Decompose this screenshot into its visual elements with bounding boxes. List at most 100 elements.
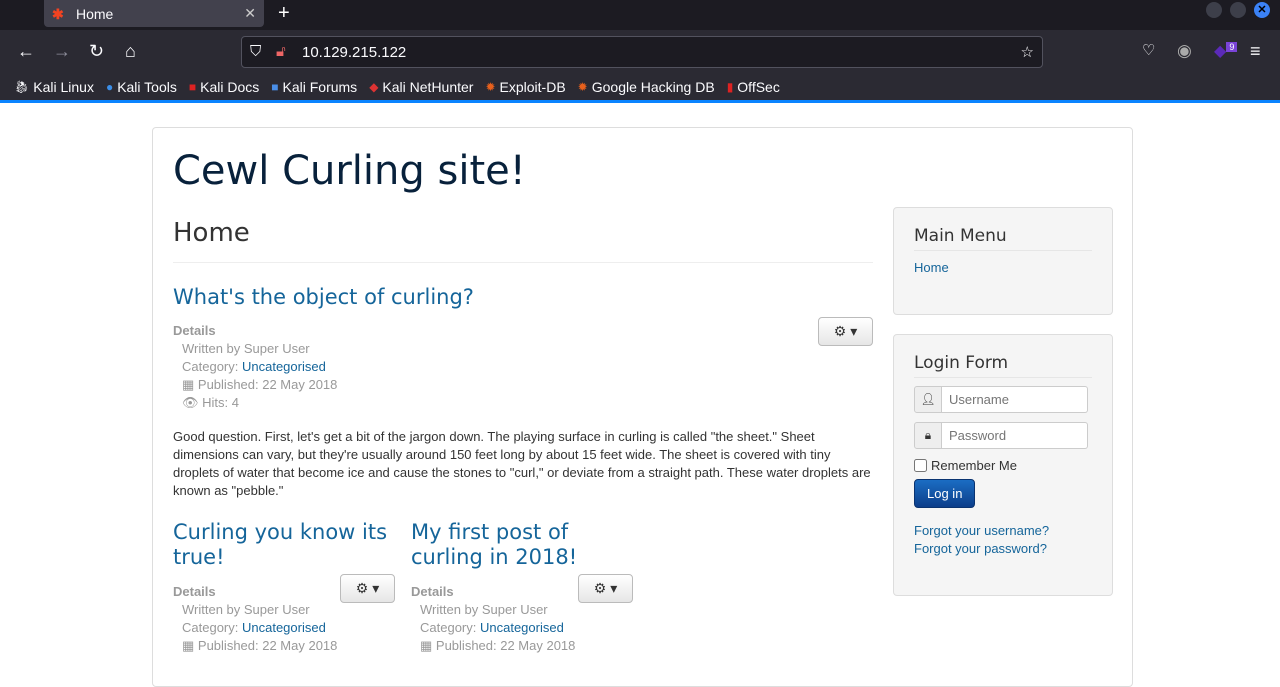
hits-count: Hits: 4 [202, 395, 239, 411]
page-heading: Home [173, 218, 873, 263]
lock-icon: 🔒︎ [914, 422, 942, 449]
page: Cewl Curling site! Home What's the objec… [0, 106, 1280, 687]
article-tools-button[interactable]: ⚙ ▾ [340, 574, 395, 604]
category: Category: Uncategorised [411, 619, 633, 637]
calendar-icon: ▦ [182, 637, 198, 653]
back-icon[interactable]: ← [17, 41, 35, 62]
article: Curling you know its true! ⚙ ▾ Details W… [173, 520, 395, 654]
maximize-button[interactable] [1230, 2, 1246, 18]
insecure-lock-icon[interactable]: 🔓︎ [276, 43, 286, 60]
extension-badge-icon[interactable]: ◆ 9 [1214, 41, 1238, 61]
bookmark-label: Kali Linux [33, 78, 94, 95]
tab-bar: ✱ Home ✕ + ✕ [0, 0, 1280, 30]
username-input[interactable] [942, 386, 1088, 413]
article-title[interactable]: My first post of curling in 2018! [411, 520, 633, 570]
bookmark-label: Kali Tools [117, 78, 177, 95]
category-label: Category: [182, 619, 242, 635]
nethunter-icon: ◆ [369, 79, 379, 94]
bookmark-label: Kali Docs [200, 78, 260, 95]
bookmarks-bar: 🐉︎ Kali Linux ● Kali Tools ■ Kali Docs ■ Kal… [0, 73, 1280, 103]
home-icon[interactable]: ⌂ [125, 41, 136, 62]
login-button[interactable]: Log in [914, 479, 976, 508]
bookmark-kali-docs[interactable]: ■ Kali Docs [189, 79, 259, 95]
bookmark-label: Kali Forums [282, 78, 358, 95]
main-content: Home What's the object of curling? ⚙ ▾ D… [173, 218, 873, 655]
menu-icon[interactable]: ≡ [1250, 41, 1261, 62]
main-menu-title: Main Menu [914, 226, 1092, 251]
bookmark-kali-linux[interactable]: 🐉︎ Kali Linux [14, 79, 94, 95]
forward-icon[interactable]: → [53, 41, 71, 62]
remember-me[interactable]: Remember Me [914, 458, 1092, 473]
article-title[interactable]: What's the object of curling? [173, 285, 873, 310]
published-date: Published: 22 May 2018 [197, 637, 338, 653]
kali-docs-icon: ■ [188, 79, 197, 94]
url-text: 10.129.215.122 [302, 43, 407, 61]
article: What's the object of curling? ⚙ ▾ Detail… [173, 285, 873, 500]
author: Written by Super User [182, 601, 310, 617]
bookmark-kali-nethunter[interactable]: ◆ Kali NetHunter [369, 79, 473, 95]
published-date: Published: 22 May 2018 [197, 377, 338, 393]
category: Category: Uncategorised [173, 619, 395, 637]
author: Written by Super User [182, 341, 310, 357]
article-tools-button[interactable]: ⚙ ▾ [578, 574, 633, 604]
menu-item-home[interactable]: Home [914, 259, 1092, 277]
category: Category: Uncategorised [173, 358, 873, 376]
published: ▦ Published: 22 May 2018 [173, 376, 873, 394]
new-tab-button[interactable]: + [278, 2, 290, 25]
main-menu-module: Main Menu Home [893, 207, 1113, 315]
site-container: Cewl Curling site! Home What's the objec… [152, 127, 1133, 687]
details-label: Details [173, 583, 216, 599]
remember-me-checkbox[interactable] [914, 459, 927, 472]
offsec-icon: ▮ [726, 79, 734, 94]
login-form: Login Form 👤︎ 🔒︎ Remember Me Log in Forg… [893, 334, 1113, 596]
article: My first post of curling in 2018! ⚙ ▾ De… [411, 520, 633, 654]
bookmark-label: Google Hacking DB [591, 78, 715, 95]
bookmark-google-hacking-db[interactable]: ✹ Google Hacking DB [578, 79, 715, 95]
forgot-password-link[interactable]: Forgot your password? [914, 540, 1092, 558]
bookmark-label: OffSec [737, 78, 780, 95]
article-details: Details Written by Super User Category: … [173, 322, 873, 412]
bookmark-exploit-db[interactable]: ✹ Exploit-DB [485, 79, 565, 95]
article-body: Good question. First, let's get a bit of… [173, 429, 871, 499]
bookmark-star-icon[interactable]: ☆ [1021, 43, 1034, 61]
calendar-icon: ▦ [420, 637, 436, 653]
joomla-icon: ✱ [52, 5, 64, 22]
author: Written by Super User [420, 601, 548, 617]
close-tab-icon[interactable]: ✕ [244, 5, 256, 22]
exploit-db-icon: ✹ [485, 79, 496, 94]
bookmark-kali-forums[interactable]: ■ Kali Forums [271, 79, 357, 95]
tab-home[interactable]: ✱ Home ✕ [44, 0, 264, 27]
details-label: Details [173, 323, 216, 339]
calendar-icon: ▦ [182, 377, 198, 393]
bookmark-label: Kali NetHunter [382, 78, 474, 95]
article-title[interactable]: Curling you know its true! [173, 520, 395, 570]
password-input[interactable] [942, 422, 1088, 449]
published-date: Published: 22 May 2018 [435, 637, 576, 653]
category-link[interactable]: Uncategorised [480, 620, 564, 635]
hits: 👁︎ Hits: 4 [173, 394, 873, 412]
kali-tools-icon: ● [105, 79, 114, 94]
kali-icon: 🐉︎ [14, 79, 30, 94]
published: ▦ Published: 22 May 2018 [173, 637, 395, 655]
article-tools-button[interactable]: ⚙ ▾ [818, 317, 873, 346]
shield-icon[interactable]: ⛉ [250, 43, 261, 60]
ghdb-icon: ✹ [577, 79, 588, 94]
bookmark-kali-tools[interactable]: ● Kali Tools [106, 79, 177, 95]
url-bar[interactable]: ⛉ 🔓︎ 10.129.215.122 ☆ [241, 36, 1043, 68]
site-title[interactable]: Cewl Curling site! [173, 148, 526, 194]
extension-icon[interactable]: ◉ [1177, 41, 1192, 61]
category-label: Category: [420, 619, 480, 635]
minimize-button[interactable] [1206, 2, 1222, 18]
reload-icon[interactable]: ↻ [89, 41, 104, 62]
category-link[interactable]: Uncategorised [242, 620, 326, 635]
tab-title: Home [76, 5, 114, 22]
pocket-icon[interactable]: ♡ [1142, 41, 1155, 59]
kali-forums-icon: ■ [271, 79, 279, 94]
published: ▦ Published: 22 May 2018 [411, 637, 633, 655]
user-icon: 👤︎ [914, 386, 942, 413]
close-window-button[interactable]: ✕ [1254, 2, 1270, 18]
category-link[interactable]: Uncategorised [242, 359, 326, 374]
category-label: Category: [182, 359, 242, 375]
forgot-username-link[interactable]: Forgot your username? [914, 522, 1092, 540]
bookmark-offsec[interactable]: ▮ OffSec [727, 79, 780, 95]
